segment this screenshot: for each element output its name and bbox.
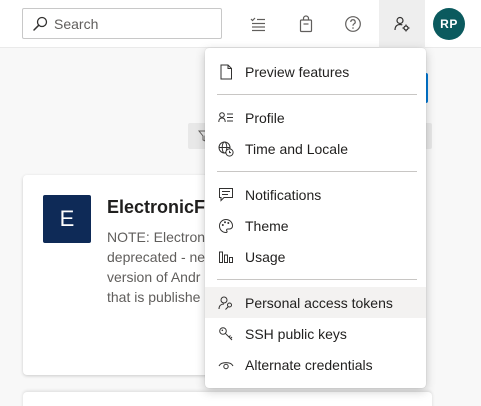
palette-icon: [205, 218, 245, 234]
eye-icon: [205, 359, 245, 371]
menu-item-personal-access-tokens[interactable]: Personal access tokens: [205, 287, 426, 318]
marketplace-bag-icon: [299, 15, 313, 33]
search-icon: [33, 16, 48, 31]
menu-item-label: Alternate credentials: [245, 356, 373, 373]
menu-item-label: Preview features: [245, 63, 350, 80]
menu-item-time-and-locale[interactable]: Time and Locale: [205, 133, 426, 164]
globe-clock-icon: [205, 141, 245, 157]
menu-divider: [217, 94, 417, 95]
menu-item-label: Notifications: [245, 186, 322, 203]
notifications-icon: [205, 187, 245, 202]
ssh-key-icon: [205, 326, 245, 342]
work-items-icon: [250, 17, 265, 32]
menu-item-ssh-public-keys[interactable]: SSH public keys: [205, 318, 426, 349]
menu-item-label: Profile: [245, 109, 285, 126]
user-settings-icon: [394, 16, 410, 32]
work-items-button[interactable]: [240, 6, 276, 42]
menu-item-label: Time and Locale: [245, 140, 348, 157]
menu-item-label: Theme: [245, 217, 289, 234]
menu-item-notifications[interactable]: Notifications: [205, 179, 426, 210]
menu-item-preview-features[interactable]: Preview features: [205, 56, 426, 87]
avatar[interactable]: RP: [433, 8, 465, 40]
help-button[interactable]: [335, 6, 371, 42]
menu-item-theme[interactable]: Theme: [205, 210, 426, 241]
menu-item-usage[interactable]: Usage: [205, 241, 426, 272]
menu-item-label: SSH public keys: [245, 325, 347, 342]
usage-chart-icon: [205, 249, 245, 264]
menu-divider: [217, 171, 417, 172]
user-settings-menu: Preview features Profile Time and Locale…: [205, 48, 426, 388]
project-title[interactable]: ElectronicFi: [107, 197, 210, 218]
project-card-next[interactable]: [23, 392, 432, 406]
menu-item-label: Usage: [245, 248, 286, 265]
token-person-icon: [205, 295, 245, 311]
search-input[interactable]: [54, 15, 214, 32]
search-box[interactable]: [22, 8, 222, 39]
project-logo: E: [43, 195, 91, 243]
menu-item-label: Personal access tokens: [245, 294, 393, 311]
top-bar: RP: [0, 0, 481, 48]
preview-features-icon: [205, 64, 245, 80]
help-icon: [345, 16, 361, 32]
menu-divider: [217, 279, 417, 280]
profile-icon: [205, 111, 245, 125]
user-settings-button[interactable]: [379, 0, 425, 48]
marketplace-button[interactable]: [288, 6, 324, 42]
menu-item-profile[interactable]: Profile: [205, 102, 426, 133]
menu-item-alternate-credentials[interactable]: Alternate credentials: [205, 349, 426, 380]
